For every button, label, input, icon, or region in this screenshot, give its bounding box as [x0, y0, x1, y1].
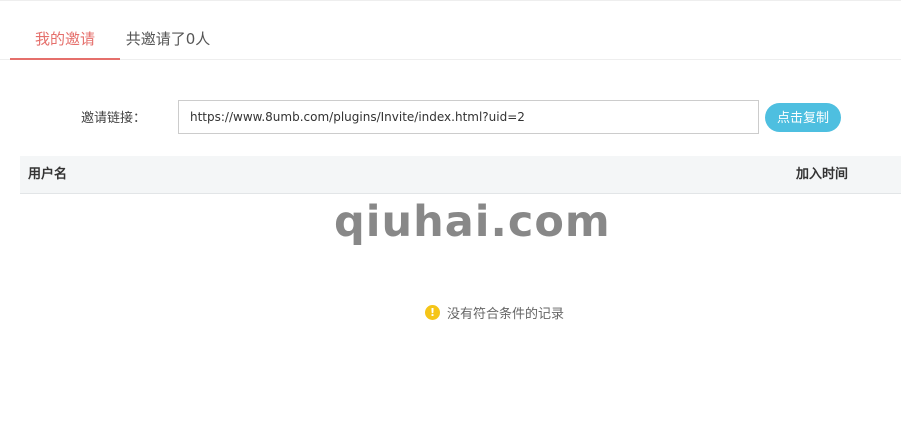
tab-my-invites-label: 我的邀请	[34, 30, 95, 48]
copy-link-button[interactable]: 点击复制	[765, 103, 841, 132]
column-header-username[interactable]: 用户名	[28, 156, 67, 193]
invite-link-input[interactable]	[178, 100, 759, 134]
tab-invited-count-label: 共邀请了0人	[125, 30, 211, 48]
tab-invited-count[interactable]: 共邀请了0人	[121, 1, 215, 59]
empty-state-text: 没有符合条件的记录	[447, 306, 565, 322]
watermark: qiuhai.com	[334, 197, 611, 247]
active-tab-underline	[10, 58, 120, 60]
empty-state: ! 没有符合条件的记录	[425, 302, 564, 322]
invite-table: 用户名 加入时间	[20, 156, 901, 194]
exclamation-circle-icon: !	[425, 304, 440, 320]
column-header-join-time[interactable]: 加入时间	[796, 156, 848, 193]
tab-my-invites[interactable]: 我的邀请	[10, 1, 120, 60]
table-header: 用户名 加入时间	[20, 156, 901, 194]
invite-link-label: 邀请链接：	[81, 111, 147, 126]
invite-page: 我的邀请 共邀请了0人 邀请链接： 点击复制 用户名 加入时间 qiuhai.c…	[0, 0, 901, 448]
tab-bar: 我的邀请 共邀请了0人	[0, 1, 901, 60]
